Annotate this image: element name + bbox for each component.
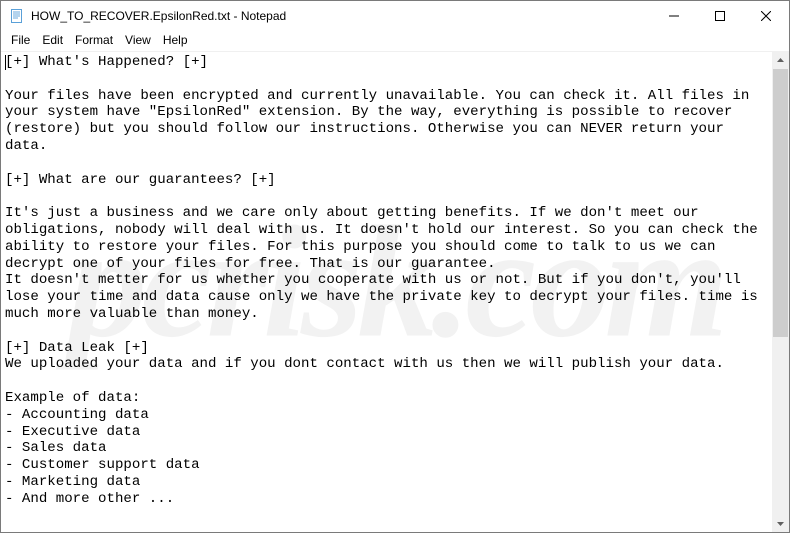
menubar: File Edit Format View Help — [1, 31, 789, 51]
vertical-scrollbar[interactable] — [772, 52, 789, 532]
text-editor[interactable]: [+] What's Happened? [+] Your files have… — [1, 52, 772, 532]
menu-view[interactable]: View — [119, 32, 157, 48]
window-controls — [651, 1, 789, 31]
scroll-down-arrow[interactable] — [772, 515, 789, 532]
editor-content: [+] What's Happened? [+] Your files have… — [5, 54, 766, 507]
menu-edit[interactable]: Edit — [36, 32, 69, 48]
window-title: HOW_TO_RECOVER.EpsilonRed.txt - Notepad — [31, 9, 651, 23]
minimize-button[interactable] — [651, 1, 697, 31]
menu-format[interactable]: Format — [69, 32, 119, 48]
notepad-window: HOW_TO_RECOVER.EpsilonRed.txt - Notepad … — [0, 0, 790, 533]
menu-file[interactable]: File — [5, 32, 36, 48]
editor-area: [+] What's Happened? [+] Your files have… — [1, 51, 789, 532]
close-button[interactable] — [743, 1, 789, 31]
menu-help[interactable]: Help — [157, 32, 194, 48]
scroll-up-arrow[interactable] — [772, 52, 789, 69]
notepad-app-icon — [9, 8, 25, 24]
scroll-thumb[interactable] — [773, 69, 788, 337]
maximize-button[interactable] — [697, 1, 743, 31]
scroll-track[interactable] — [772, 69, 789, 515]
titlebar[interactable]: HOW_TO_RECOVER.EpsilonRed.txt - Notepad — [1, 1, 789, 31]
